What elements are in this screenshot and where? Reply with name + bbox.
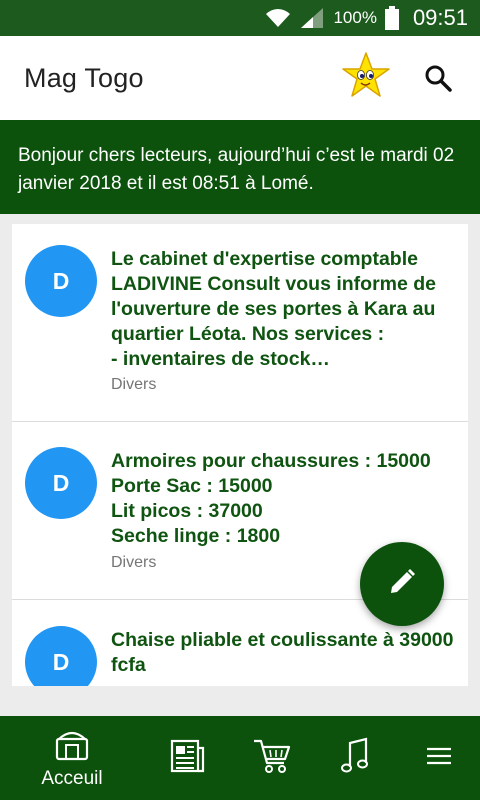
- star-mascot-icon[interactable]: [340, 50, 392, 102]
- nav-home-label: Acceuil: [41, 767, 103, 789]
- pencil-icon: [387, 567, 417, 602]
- nav-home[interactable]: Acceuil: [30, 716, 114, 800]
- greeting-banner: Bonjour chers lecteurs, aujourd’hui c’es…: [0, 120, 480, 214]
- search-icon[interactable]: [420, 60, 456, 96]
- compose-button[interactable]: [360, 542, 444, 626]
- item-category: Divers: [111, 376, 157, 393]
- item-title: Armoires pour chaussures : 15000 Porte S…: [111, 450, 431, 547]
- nav-news[interactable]: [160, 716, 214, 800]
- status-bar: 100% 09:51: [0, 0, 480, 36]
- wifi-icon: [265, 7, 291, 29]
- app-bar: Mag Togo: [0, 36, 480, 120]
- newspaper-icon: [168, 738, 206, 779]
- item-category: Divers: [111, 554, 157, 571]
- signal-icon: [299, 6, 325, 30]
- bottom-navigation: Acceuil: [0, 716, 480, 800]
- menu-icon: [426, 746, 452, 771]
- battery-percent: 100%: [333, 8, 377, 27]
- nav-shop[interactable]: [245, 716, 299, 800]
- nav-menu[interactable]: [412, 716, 466, 800]
- item-title: Le cabinet d'expertise comptable LADIVIN…: [111, 248, 437, 370]
- item-title: Chaise pliable et coulissante à 39000 fc…: [111, 629, 454, 676]
- avatar: D: [25, 626, 97, 686]
- nav-music[interactable]: [328, 716, 382, 800]
- cart-icon: [252, 737, 292, 780]
- music-icon: [340, 737, 370, 780]
- avatar: D: [25, 245, 97, 317]
- clock: 09:51: [412, 5, 468, 30]
- home-icon: [53, 727, 91, 766]
- avatar: D: [25, 447, 97, 519]
- app-title: Mag Togo: [24, 62, 144, 93]
- battery-icon: [384, 6, 399, 30]
- list-item[interactable]: D Le cabinet d'expertise comptable LADIV…: [12, 224, 468, 422]
